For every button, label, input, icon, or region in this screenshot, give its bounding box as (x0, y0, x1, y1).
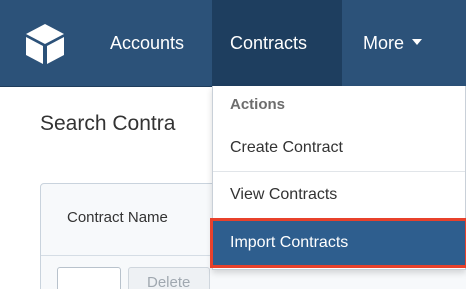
caret-down-icon (412, 39, 423, 46)
page-title: Search Contra (40, 112, 176, 135)
menu-item-create-contract[interactable]: Create Contract (212, 125, 466, 171)
select-all-checkbox[interactable] (57, 267, 121, 289)
menu-item-import-contracts[interactable]: Import Contracts (210, 218, 466, 268)
dropdown-header-actions: Actions (230, 96, 286, 113)
delete-button[interactable]: Delete (128, 267, 210, 289)
nav-contracts[interactable]: Contracts (212, 0, 342, 87)
nav-more-label: More (363, 33, 405, 53)
cube-icon[interactable] (24, 22, 66, 66)
nav-accounts[interactable]: Accounts (110, 0, 184, 87)
column-header-contract-name[interactable]: Contract Name (67, 209, 168, 226)
top-navigation-bar: Accounts Contracts More (0, 0, 466, 87)
nav-more[interactable]: More (363, 0, 423, 87)
menu-item-view-contracts[interactable]: View Contracts (212, 172, 466, 218)
